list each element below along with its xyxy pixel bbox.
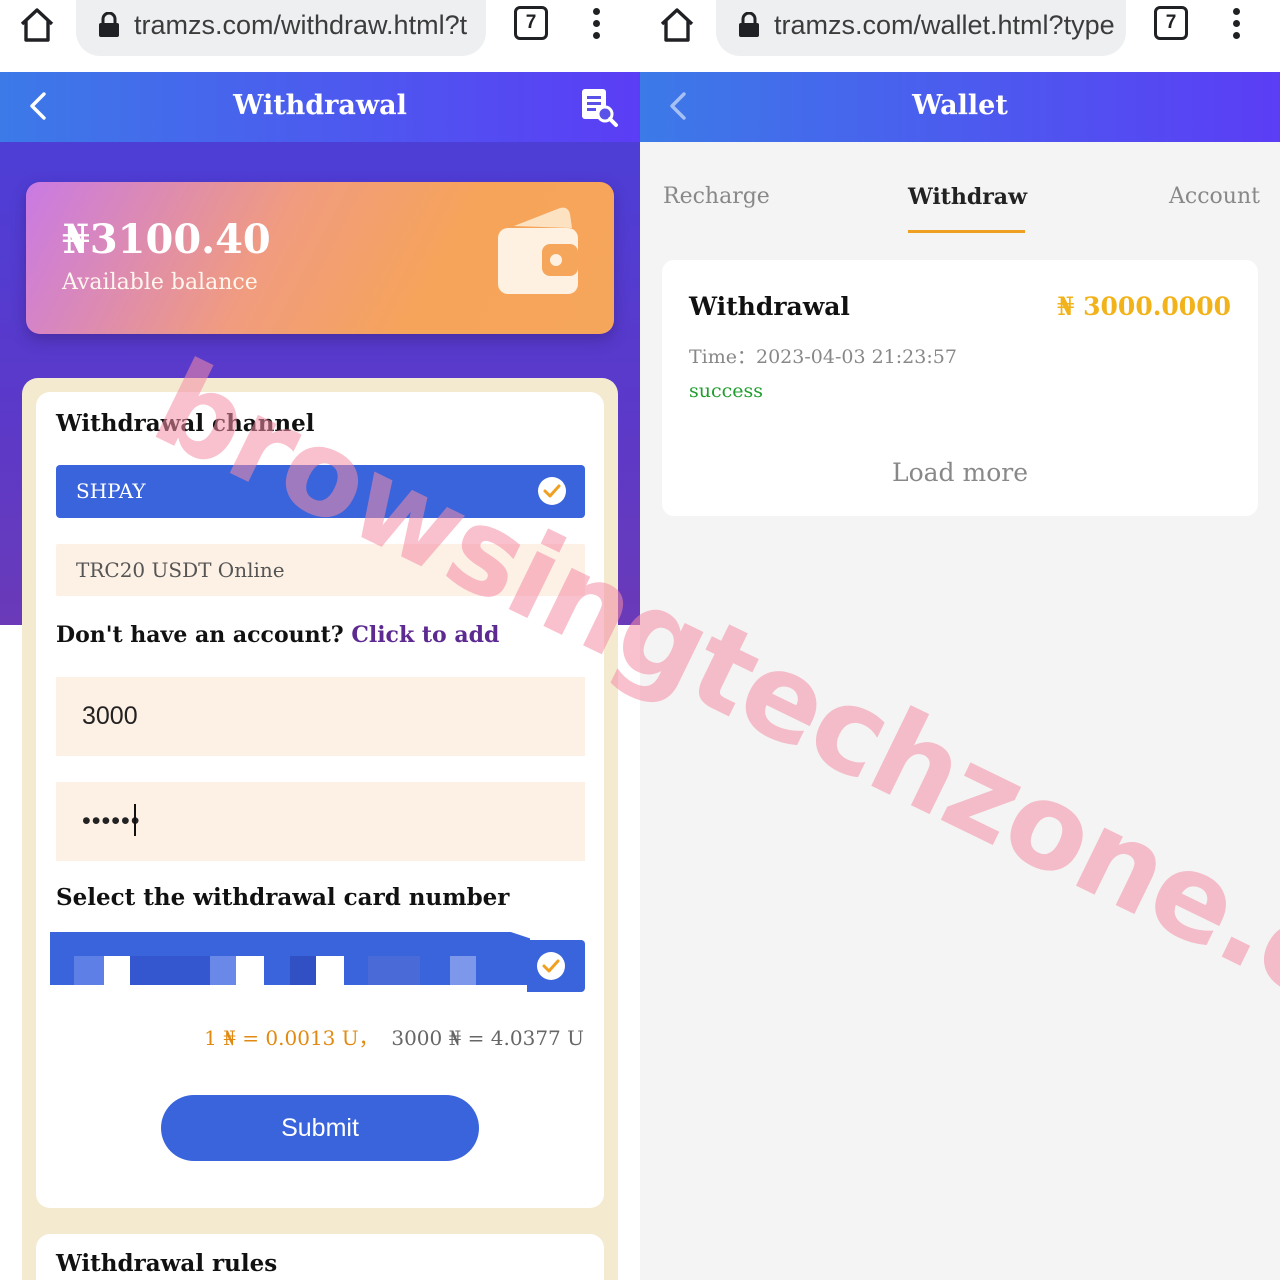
channel-option-label: SHPAY xyxy=(76,479,146,503)
balance-card: ₦3100.40 Available balance xyxy=(26,182,614,334)
address-bar[interactable]: tramzs.com/wallet.html?type xyxy=(716,0,1126,56)
rules-card: Withdrawal rules xyxy=(36,1234,604,1280)
url-text: tramzs.com/withdraw.html?t xyxy=(134,10,468,40)
wallet-tab-bar: Recharge Withdraw Account xyxy=(640,142,1280,242)
url-text: tramzs.com/wallet.html?type xyxy=(774,10,1115,40)
tab-switcher-button[interactable]: 7 xyxy=(514,6,548,40)
text-caret xyxy=(134,804,136,836)
withdraw-form: Withdrawal channel SHPAY TRC20 USDT Onli… xyxy=(36,392,604,1208)
account-prompt-text: Don't have an account? xyxy=(56,622,352,648)
balance-label: Available balance xyxy=(62,270,258,295)
add-account-link[interactable]: Click to add xyxy=(351,622,499,648)
channel-option-trc20[interactable]: TRC20 USDT Online xyxy=(56,544,585,596)
record-amount: ₦ 3000.0000 xyxy=(1057,292,1231,321)
page-title: Wallet xyxy=(912,90,1008,121)
check-circle-icon xyxy=(538,477,566,505)
tab-switcher-button[interactable]: 7 xyxy=(1154,6,1188,40)
record-type: Withdrawal xyxy=(689,292,850,321)
document-search-icon[interactable] xyxy=(578,86,620,128)
channel-option-label: TRC20 USDT Online xyxy=(76,558,285,582)
tab-withdraw[interactable]: Withdraw xyxy=(908,184,1027,210)
home-icon[interactable] xyxy=(14,4,60,46)
exchange-rate: 1 ₦ = 0.0013 U， 3000 ₦ = 4.0377 U xyxy=(204,1022,584,1051)
lock-icon xyxy=(738,11,760,38)
balance-amount: ₦3100.40 xyxy=(62,216,271,263)
account-prompt: Don't have an account? Click to add xyxy=(56,622,499,648)
lock-icon xyxy=(98,11,120,38)
card-title: Select the withdrawal card number xyxy=(56,884,510,911)
exchange-rate-unit: 1 ₦ = 0.0013 U， xyxy=(204,1026,379,1050)
more-vert-icon[interactable] xyxy=(584,6,608,42)
submit-button[interactable]: Submit xyxy=(161,1095,479,1161)
browser-toolbar: tramzs.com/withdraw.html?t 7 xyxy=(0,0,640,72)
browser-toolbar: tramzs.com/wallet.html?type 7 xyxy=(640,0,1280,72)
wallet-header: Wallet xyxy=(640,72,1280,142)
wallet-icon xyxy=(492,204,584,300)
card-select-tail xyxy=(527,940,585,992)
wallet-screen: tramzs.com/wallet.html?type 7 Wallet Rec… xyxy=(640,0,1280,1280)
exchange-rate-total: 3000 ₦ = 4.0377 U xyxy=(391,1026,584,1050)
tab-account[interactable]: Account xyxy=(1169,184,1260,209)
withdrawal-record: Withdrawal ₦ 3000.0000 Time：2023-04-03 2… xyxy=(662,260,1258,516)
status-badge: success xyxy=(689,380,764,402)
rules-title: Withdrawal rules xyxy=(56,1250,278,1277)
withdrawal-card-select[interactable] xyxy=(50,932,585,992)
channel-option-shpay[interactable]: SHPAY xyxy=(56,465,585,518)
record-time: Time：2023-04-03 21:23:57 xyxy=(689,346,957,368)
withdraw-screen: tramzs.com/withdraw.html?t 7 Withdrawal … xyxy=(0,0,640,1280)
home-icon[interactable] xyxy=(654,4,700,46)
tab-recharge[interactable]: Recharge xyxy=(663,184,770,209)
channel-title: Withdrawal channel xyxy=(56,410,315,437)
check-circle-icon xyxy=(537,952,565,980)
address-bar[interactable]: tramzs.com/withdraw.html?t xyxy=(76,0,486,56)
load-more-button[interactable]: Load more xyxy=(662,458,1258,487)
active-tab-indicator xyxy=(908,230,1025,233)
amount-input[interactable] xyxy=(56,677,585,756)
withdraw-header: Withdrawal xyxy=(0,72,640,142)
card-number-redacted xyxy=(50,932,530,985)
more-vert-icon[interactable] xyxy=(1224,6,1248,42)
page-title: Withdrawal xyxy=(233,90,407,121)
